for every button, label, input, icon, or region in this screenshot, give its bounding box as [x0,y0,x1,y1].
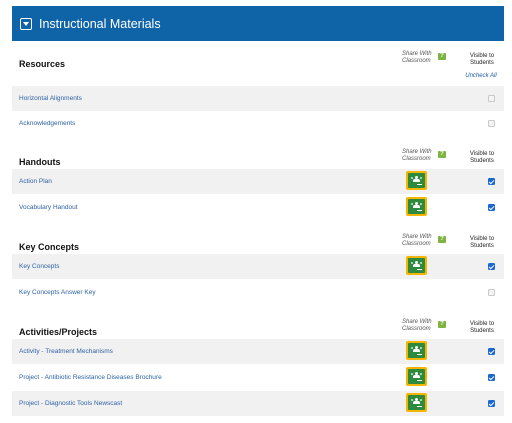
visible-checkbox-checked[interactable] [488,204,495,211]
visible-checkbox-checked[interactable] [488,374,495,381]
material-row: Action Plan [12,169,504,194]
google-classroom-icon[interactable] [406,197,427,216]
share-with-classroom-header: Share With Classroom? [402,51,452,65]
uncheck-all-link[interactable]: Uncheck All [458,73,504,79]
google-classroom-icon[interactable] [406,367,427,386]
share-with-classroom-label: Share With Classroom [402,319,432,332]
share-with-classroom-label: Share With Classroom [402,234,432,247]
visible-checkbox-checked[interactable] [488,178,495,185]
share-with-classroom-header: Share With Classroom? [402,234,452,248]
google-classroom-icon[interactable] [406,171,427,190]
visible-checkbox-disabled [488,95,495,102]
instructional-materials-panel: Instructional Materials Resources Share W… [12,6,504,418]
material-row: Project - Diagnostic Tools Newscast [12,391,504,416]
material-row: Horizontal Alignments [12,86,504,111]
section-title: Handouts [19,157,61,167]
visible-checkbox-checked[interactable] [488,263,495,270]
google-classroom-icon[interactable] [406,393,427,412]
help-icon[interactable]: ? [438,236,446,243]
material-link[interactable]: Action Plan [19,169,52,194]
share-with-classroom-label: Share With Classroom [402,149,432,162]
panel-header[interactable]: Instructional Materials [12,6,504,41]
google-classroom-icon[interactable] [406,256,427,275]
material-link[interactable]: Key Concepts [19,254,59,279]
visible-to-students-header: Visible to Students [469,53,495,66]
material-link[interactable]: Activity - Treatment Mechanisms [19,339,113,364]
google-classroom-icon[interactable] [406,341,427,360]
share-with-classroom-header: Share With Classroom? [402,319,452,333]
section-title: Activities/Projects [19,327,98,337]
visible-to-students-header: Visible to Students [469,321,495,334]
panel-title: Instructional Materials [39,16,161,31]
share-with-classroom-label: Share With Classroom [402,51,432,64]
help-icon[interactable]: ? [438,321,446,328]
help-icon[interactable]: ? [438,53,446,60]
section-title: Key Concepts [19,242,80,252]
share-with-classroom-header: Share With Classroom? [402,149,452,163]
collapse-toggle-icon[interactable] [20,17,32,30]
visible-to-students-header: Visible to Students [469,151,495,164]
visible-checkbox-disabled [488,120,495,127]
material-link[interactable]: Project - Diagnostic Tools Newscast [19,391,122,416]
visible-to-students-header: Visible to Students [469,236,495,249]
material-link[interactable]: Acknowledgements [19,111,75,136]
material-link[interactable]: Project - Antibiotic Resistance Diseases… [19,365,162,390]
material-row: Activity - Treatment Mechanisms [12,339,504,364]
section-title: Resources [19,59,66,69]
section-header: Resources Share With Classroom? Visible to… [12,51,504,81]
visible-checkbox-checked[interactable] [488,400,495,407]
visible-checkbox-checked[interactable] [488,348,495,355]
help-icon[interactable]: ? [438,151,446,158]
visible-checkbox-disabled [488,289,495,296]
material-row: Key Concepts [12,254,504,279]
material-row: Acknowledgements [12,111,504,136]
material-row: Key Concepts Answer Key [12,280,504,305]
material-link[interactable]: Key Concepts Answer Key [19,280,96,305]
material-row: Vocabulary Handout [12,195,504,220]
material-row: Project - Antibiotic Resistance Diseases… [12,365,504,390]
material-link[interactable]: Horizontal Alignments [19,86,82,111]
material-link[interactable]: Vocabulary Handout [19,195,78,220]
